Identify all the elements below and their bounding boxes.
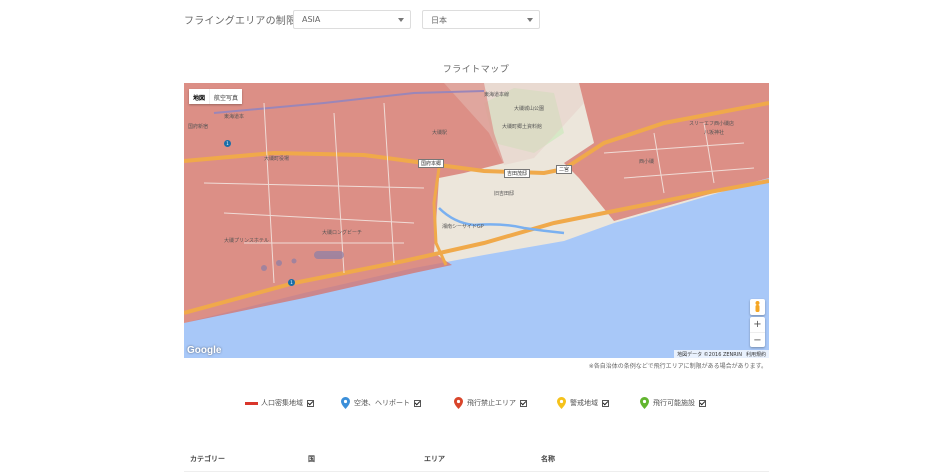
legend-item-flyable[interactable]: 飛行可能施設 — [640, 396, 706, 410]
map-pin-icon — [640, 397, 649, 409]
flight-map[interactable]: 地図 航空写真 東海道本線 大磯城山公園 大磯町郷土資料館 大磯駅 大磯町役場 … — [184, 83, 769, 358]
map-title: フライトマップ — [442, 65, 510, 75]
map-label: 大磯城山公園 — [514, 106, 545, 112]
legend-item-no-fly[interactable]: 飛行禁止エリア — [454, 396, 527, 410]
map-label: 西小磯 — [639, 159, 655, 165]
map-type-satellite-button[interactable]: 航空写真 — [209, 89, 242, 104]
map-data-credit: 地図データ ©2016 ZENRIN — [677, 352, 742, 358]
column-header-category[interactable]: カテゴリー — [190, 454, 225, 464]
road-sign: 吉田茂邸 — [504, 169, 531, 178]
street-view-pegman-icon[interactable] — [750, 299, 765, 315]
map-label: 国府新宿 — [188, 124, 209, 130]
zoom-out-button[interactable]: − — [750, 332, 765, 347]
road-sign: 国府本郷 — [418, 159, 445, 168]
legend-label: 飛行可能施設 — [653, 399, 695, 407]
map-type-control[interactable]: 地図 航空写真 — [189, 89, 243, 104]
region-select[interactable]: ASIA — [293, 10, 411, 29]
country-select[interactable]: 日本 — [422, 10, 540, 29]
legend-checkbox[interactable] — [414, 399, 421, 407]
zoom-control[interactable]: + − — [750, 317, 765, 347]
column-header-name[interactable]: 名称 — [541, 454, 555, 464]
map-label: 湘南シーサイドGP — [442, 224, 484, 230]
column-header-area[interactable]: エリア — [424, 454, 445, 464]
legend-checkbox[interactable] — [699, 399, 706, 407]
region-select-value: ASIA — [302, 15, 321, 24]
map-label: スリーエフ西小磯店 — [689, 121, 735, 127]
map-label: 大磯ロングビーチ — [322, 230, 363, 236]
map-legend: 人口密集地域 空港、ヘリポート 飛行禁止エリア 警戒地域 飛行可能施設 — [0, 396, 952, 410]
legend-checkbox[interactable] — [520, 399, 527, 407]
line-icon — [245, 401, 258, 405]
route-marker: 1 — [224, 140, 231, 147]
map-label: 大磯町役場 — [264, 156, 290, 162]
legend-label: 飛行禁止エリア — [467, 399, 516, 407]
google-logo: Google — [187, 345, 222, 356]
legend-checkbox[interactable] — [602, 399, 609, 407]
chevron-down-icon — [398, 18, 404, 22]
route-marker: 1 — [288, 279, 295, 286]
column-header-country[interactable]: 国 — [308, 454, 315, 464]
legend-label: 警戒地域 — [570, 399, 598, 407]
map-label: 旧吉田邸 — [494, 191, 515, 197]
chevron-down-icon — [527, 18, 533, 22]
legend-label: 空港、ヘリポート — [354, 399, 410, 407]
map-label: 大磯町郷土資料館 — [502, 124, 543, 130]
map-label: 大磯プリンスホテル — [224, 238, 269, 244]
table-header: カテゴリー 国 エリア 名称 — [184, 454, 769, 472]
map-pin-icon — [341, 397, 350, 409]
legend-item-dense-population[interactable]: 人口密集地域 — [245, 396, 314, 410]
map-label: 大磯駅 — [432, 130, 448, 136]
terms-link[interactable]: 利用規約 — [746, 351, 766, 358]
legend-item-airport[interactable]: 空港、ヘリポート — [341, 396, 421, 410]
zoom-in-button[interactable]: + — [750, 317, 765, 332]
map-attribution: 地図データ ©2016 ZENRIN 利用規約 — [674, 350, 769, 358]
map-note: ※各自治体の条例などで飛行エリアに制限がある場合があります。 — [588, 363, 767, 370]
flying-area-filter-label: フライングエリアの制限 — [184, 16, 297, 27]
map-type-map-button[interactable]: 地図 — [189, 89, 209, 104]
map-pin-icon — [454, 397, 463, 409]
map-label: 八坂神社 — [704, 130, 725, 136]
legend-item-caution[interactable]: 警戒地域 — [557, 396, 609, 410]
map-canvas — [184, 83, 769, 358]
map-pin-icon — [557, 397, 566, 409]
country-select-value: 日本 — [431, 16, 447, 25]
map-label: 東海道本 — [224, 114, 245, 120]
legend-label: 人口密集地域 — [261, 399, 303, 407]
map-label: 東海道本線 — [484, 92, 510, 98]
road-sign: 二宮 — [556, 165, 573, 174]
legend-checkbox[interactable] — [307, 399, 314, 407]
